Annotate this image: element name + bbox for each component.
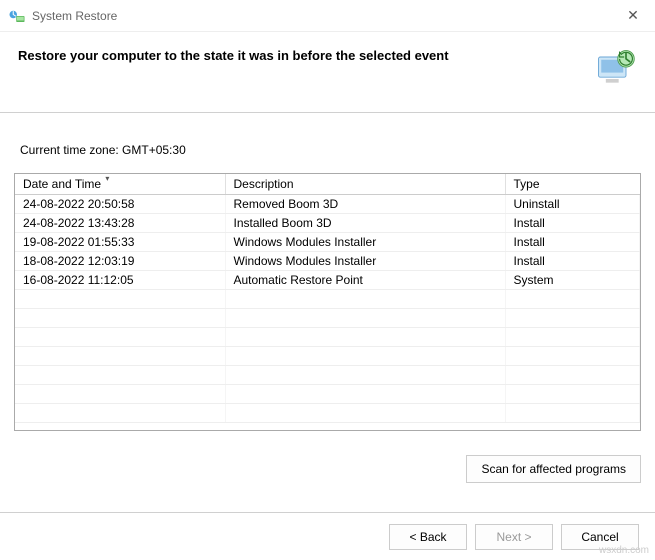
cell-description: Windows Modules Installer [225,252,505,271]
back-button[interactable]: < Back [389,524,467,550]
table-row[interactable]: 24-08-2022 20:50:58Removed Boom 3DUninst… [15,195,640,214]
cell-date: 19-08-2022 01:55:33 [15,233,225,252]
cell-type: Install [505,252,640,271]
timezone-label: Current time zone: GMT+05:30 [14,143,641,157]
cell-date: 24-08-2022 20:50:58 [15,195,225,214]
restore-hero-icon [593,46,637,90]
table-row-empty [15,309,640,328]
cancel-button[interactable]: Cancel [561,524,639,550]
table-row[interactable]: 16-08-2022 11:12:05Automatic Restore Poi… [15,271,640,290]
cell-type: Install [505,233,640,252]
column-date-label: Date and Time [23,177,101,191]
table-row-empty [15,366,640,385]
scan-affected-button[interactable]: Scan for affected programs [466,455,641,483]
table-row[interactable]: 19-08-2022 01:55:33Windows Modules Insta… [15,233,640,252]
header: Restore your computer to the state it wa… [0,32,655,112]
system-restore-icon [8,7,26,25]
cell-type: Install [505,214,640,233]
column-description[interactable]: Description [225,174,505,195]
table-row[interactable]: 24-08-2022 13:43:28Installed Boom 3DInst… [15,214,640,233]
cell-description: Windows Modules Installer [225,233,505,252]
column-type[interactable]: Type [505,174,640,195]
cell-date: 18-08-2022 12:03:19 [15,252,225,271]
cell-date: 16-08-2022 11:12:05 [15,271,225,290]
sort-indicator-icon: ▾ [105,174,109,183]
cell-description: Installed Boom 3D [225,214,505,233]
close-button[interactable]: ✕ [619,7,647,24]
cell-type: Uninstall [505,195,640,214]
table-row-empty [15,347,640,366]
cell-description: Automatic Restore Point [225,271,505,290]
cell-description: Removed Boom 3D [225,195,505,214]
next-button[interactable]: Next > [475,524,553,550]
table-row[interactable]: 18-08-2022 12:03:19Windows Modules Insta… [15,252,640,271]
column-date[interactable]: Date and Time ▾ [15,174,225,195]
page-heading: Restore your computer to the state it wa… [18,46,593,63]
cell-type: System [505,271,640,290]
body: Current time zone: GMT+05:30 Date and Ti… [0,113,655,441]
cell-date: 24-08-2022 13:43:28 [15,214,225,233]
table-row-empty [15,385,640,404]
table-row-empty [15,404,640,423]
window-title: System Restore [32,9,619,23]
wizard-footer: < Back Next > Cancel [0,512,655,560]
restore-points-table: Date and Time ▾ Description Type 24-08-2… [14,173,641,431]
table-row-empty [15,328,640,347]
table-row-empty [15,290,640,309]
scan-row: Scan for affected programs [0,441,655,483]
titlebar: System Restore ✕ [0,0,655,32]
table-header-row: Date and Time ▾ Description Type [15,174,640,195]
